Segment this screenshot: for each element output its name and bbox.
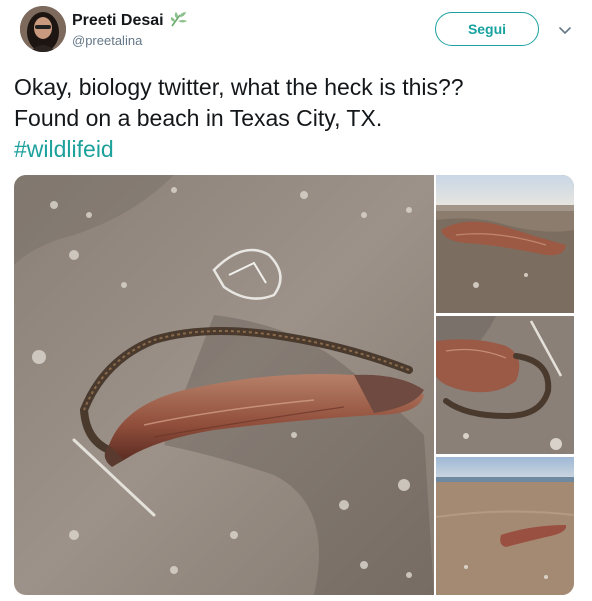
hashtag-link[interactable]: #wildlifeid [14,134,574,165]
photo-main[interactable] [14,175,434,595]
plant-sprout-icon [168,9,190,32]
chevron-down-icon[interactable] [557,22,573,38]
media-grid [14,175,574,595]
tweet-line-2: Found on a beach in Texas City, TX. [14,105,383,131]
follow-button[interactable]: Segui [435,12,539,46]
photo-thumb-1[interactable] [436,175,574,313]
user-name-row: Preeti Desai [72,9,190,32]
tweet-line-1: Okay, biology twitter, what the heck is … [14,74,464,100]
tweet-text: Okay, biology twitter, what the heck is … [14,72,574,165]
photo-thumb-2[interactable] [436,316,574,454]
photo-thumb-3[interactable] [436,457,574,595]
user-handle[interactable]: @preetalina [72,33,142,48]
display-name[interactable]: Preeti Desai [72,12,164,30]
avatar[interactable] [20,6,66,52]
